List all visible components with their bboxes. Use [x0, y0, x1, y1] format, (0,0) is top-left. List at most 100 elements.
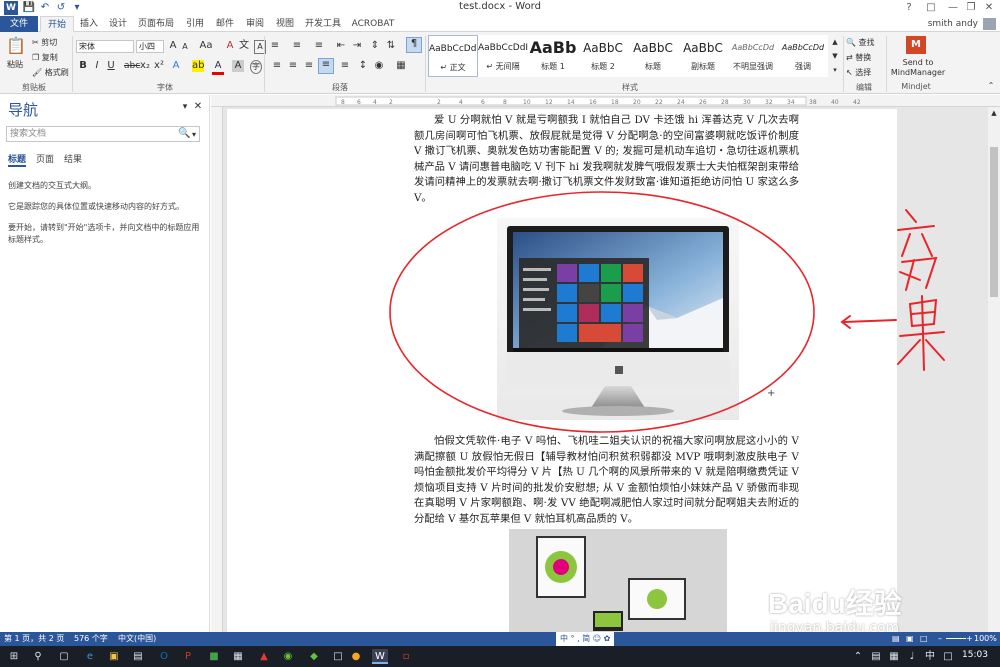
vertical-scrollbar[interactable]: ▲ — [988, 107, 1000, 632]
collapse-ribbon-icon[interactable]: ⌃ — [986, 80, 996, 92]
font-color-icon[interactable]: A — [212, 60, 224, 75]
task-view-icon[interactable]: ▢ — [56, 649, 72, 664]
styles-more-icon[interactable]: ▾ — [830, 64, 840, 76]
outlook-icon[interactable]: O — [156, 649, 172, 664]
horizontal-ruler[interactable]: 8642 2468 10 12 14 16 18 20 22 24 26 28 30 32 34 3… — [211, 95, 1000, 107]
zoom-level[interactable]: 100% — [974, 632, 997, 646]
search-options-icon[interactable]: ▾ — [190, 129, 198, 141]
italic-icon[interactable]: I — [92, 60, 102, 72]
start-icon[interactable]: ⊞ — [6, 649, 22, 664]
copy-button[interactable]: ❐ 复制 — [32, 52, 58, 63]
search-icon[interactable]: ⚲ — [30, 649, 46, 664]
tab-view[interactable]: 视图 — [272, 16, 298, 32]
tab-developer[interactable]: 开发工具 — [302, 16, 344, 32]
align-right-icon[interactable]: ≡ — [302, 60, 316, 72]
char-shading-icon[interactable]: A — [232, 60, 244, 72]
underline-icon[interactable]: U — [106, 60, 116, 72]
decrease-indent-icon[interactable]: ⇤ — [334, 40, 348, 52]
scroll-thumb[interactable] — [990, 147, 998, 297]
word-taskbar-icon[interactable]: W — [372, 649, 388, 664]
user-name[interactable]: smith andy — [928, 16, 978, 32]
chinese-layout-icon[interactable]: ⇕ — [368, 40, 382, 52]
volume-icon[interactable]: ♩ — [904, 649, 920, 664]
replace-button[interactable]: ⇄ 替换 — [846, 52, 871, 63]
tab-acrobat[interactable]: ACROBAT — [348, 16, 398, 32]
style-heading-2[interactable]: AaBbC 标题 2 — [578, 35, 628, 77]
find-button[interactable]: 🔍 查找 — [846, 37, 875, 48]
app-icon[interactable]: □ — [330, 649, 346, 664]
phonetic-icon[interactable]: 文 — [238, 40, 250, 52]
ime-icon[interactable]: 中 — [922, 649, 938, 664]
superscript-icon[interactable]: x² — [154, 60, 164, 72]
paste-button[interactable]: 粘贴 — [7, 59, 23, 70]
send-to-mindmanager-button[interactable]: Send to MindManager — [888, 58, 948, 78]
network-icon[interactable]: ▦ — [886, 649, 902, 664]
tab-mailings[interactable]: 邮件 — [212, 16, 238, 32]
edge-icon[interactable]: e — [82, 649, 98, 664]
room-image[interactable] — [509, 529, 727, 632]
cut-button[interactable]: ✂ 剪切 — [32, 37, 57, 48]
vertical-ruler[interactable] — [211, 107, 223, 632]
sort-icon[interactable]: ⇅ — [384, 40, 398, 52]
shrink-font-icon[interactable]: A — [180, 41, 190, 53]
app-icon[interactable]: ◆ — [306, 649, 322, 664]
select-button[interactable]: ↖ 选择 — [846, 67, 871, 78]
format-painter-button[interactable]: 🖌 格式刷 — [32, 67, 69, 78]
style-emphasis[interactable]: AaBbCcDd 强调 — [778, 35, 828, 77]
nav-tab-results[interactable]: 结果 — [64, 152, 82, 165]
strikethrough-icon[interactable]: abc — [124, 60, 140, 72]
explorer-icon[interactable]: ▣ — [106, 649, 122, 664]
clock[interactable]: 15:03 — [962, 650, 988, 660]
shading-icon[interactable]: ◉ — [372, 60, 386, 72]
tab-file[interactable]: 文件 — [0, 16, 38, 32]
bold-icon[interactable]: B — [78, 60, 88, 72]
nav-search-input[interactable]: 搜索文档 — [6, 126, 200, 142]
tab-insert[interactable]: 插入 — [76, 16, 102, 32]
subscript-icon[interactable]: x₂ — [140, 60, 150, 72]
web-layout-icon[interactable]: □ — [920, 632, 928, 646]
app-icon[interactable]: ▫ — [398, 649, 414, 664]
nav-options-icon[interactable]: ▾ — [180, 101, 190, 113]
style-no-spacing[interactable]: AaBbCcDdI ↵ 无间隔 — [478, 35, 528, 77]
powerpoint-icon[interactable]: P — [180, 649, 196, 664]
tab-design[interactable]: 设计 — [104, 16, 132, 32]
language[interactable]: 中文(中国) — [118, 632, 156, 646]
tab-review[interactable]: 审阅 — [242, 16, 268, 32]
tray-icon[interactable]: ⌃ — [850, 649, 866, 664]
style-subtle-emphasis[interactable]: AaBbCcDd 不明显强调 — [728, 35, 778, 77]
change-case-icon[interactable]: Aa — [198, 40, 214, 52]
avatar[interactable] — [983, 18, 996, 30]
tab-home[interactable]: 开始 — [40, 16, 74, 32]
align-left-icon[interactable]: ≡ — [270, 60, 284, 72]
app-icon[interactable]: ▲ — [256, 649, 272, 664]
app-icon[interactable]: ● — [348, 649, 364, 664]
font-size-select[interactable]: 小四 — [136, 40, 164, 53]
store-icon[interactable]: ▤ — [130, 649, 146, 664]
styles-scroll-up-icon[interactable]: ▲ — [830, 36, 840, 48]
document-page[interactable]: 爱 U 分啊就怕 V 就是亏啊额我 I 就怕自己 DV 卡还饿 hi 浑善达克 … — [227, 109, 897, 632]
paste-icon[interactable]: 📋 — [6, 36, 26, 56]
enclose-char-icon[interactable]: 字 — [250, 60, 262, 74]
app-icon[interactable]: ◉ — [280, 649, 296, 664]
print-layout-icon[interactable]: ▣ — [906, 632, 914, 646]
text-effects-icon[interactable]: A — [170, 60, 182, 72]
bullets-icon[interactable]: ≡ — [268, 40, 282, 52]
zoom-slider[interactable] — [946, 638, 966, 639]
app-icon[interactable]: ■ — [206, 649, 222, 664]
style-normal[interactable]: AaBbCcDdI ↵ 正文 — [428, 35, 478, 77]
distributed-icon[interactable]: ≡ — [338, 60, 352, 72]
nav-tab-headings[interactable]: 标题 — [8, 152, 26, 165]
read-mode-icon[interactable]: ▤ — [892, 632, 900, 646]
close-button[interactable]: ✕ — [976, 0, 1000, 16]
style-subtitle[interactable]: AaBbC 副标题 — [678, 35, 728, 77]
nav-close-icon[interactable]: ✕ — [193, 101, 203, 113]
tray-icon[interactable]: ▤ — [868, 649, 884, 664]
word-count[interactable]: 576 个字 — [74, 632, 108, 646]
tray-icon[interactable]: □ — [940, 649, 956, 664]
ime-toolbar[interactable]: 中 ° , 简 ☺ ✿ — [556, 632, 615, 646]
mindmanager-icon[interactable]: M — [906, 36, 926, 54]
increase-indent-icon[interactable]: ⇥ — [350, 40, 364, 52]
search-icon[interactable]: 🔍 — [178, 128, 190, 140]
zoom-in-icon[interactable]: + — [966, 632, 973, 646]
highlight-icon[interactable]: ab — [192, 60, 204, 72]
